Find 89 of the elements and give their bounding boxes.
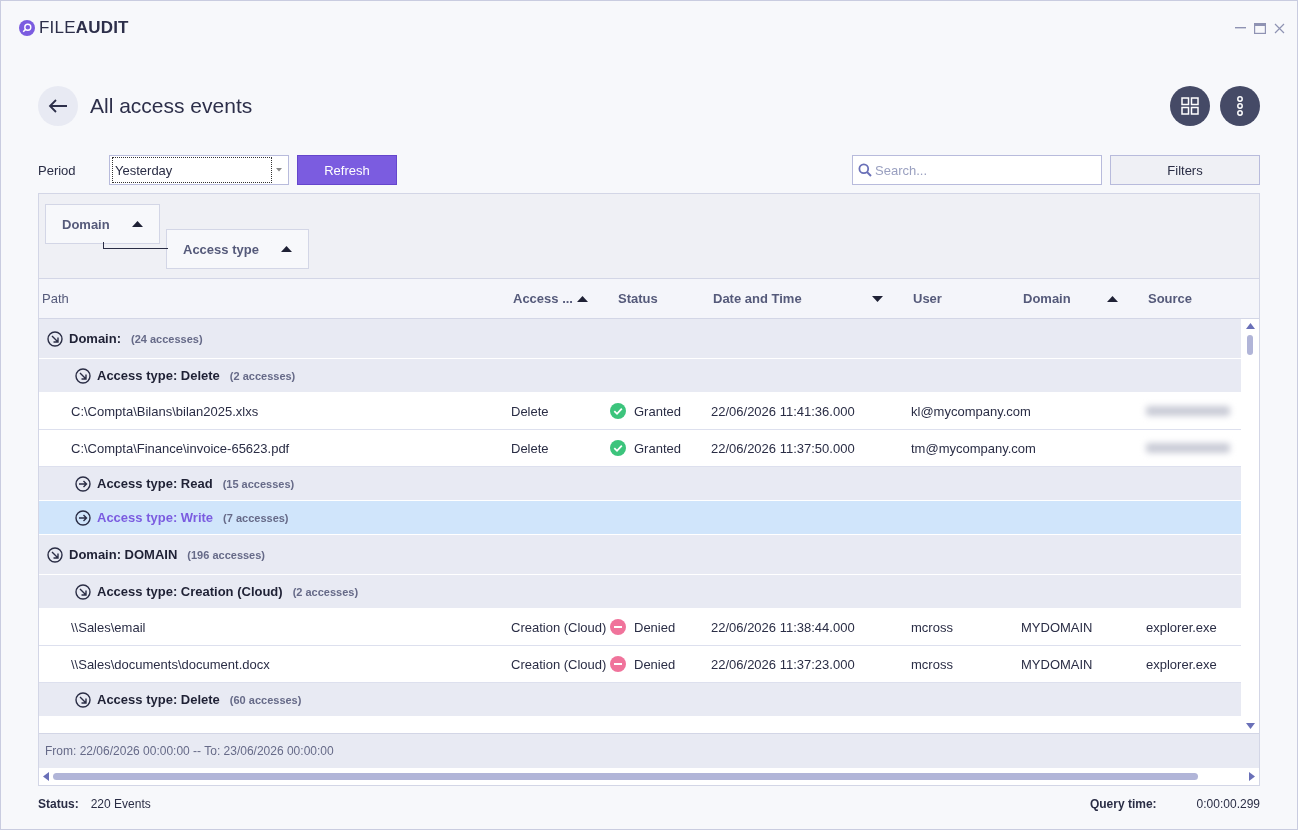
access-cell: Delete xyxy=(511,403,549,419)
group-by-chip[interactable]: Access type xyxy=(166,229,309,269)
denied-icon xyxy=(610,656,626,672)
group-count: (196 accesses) xyxy=(187,548,266,561)
group-row[interactable]: Domain: DOMAIN (196 accesses) xyxy=(39,535,1241,575)
status-cell: Granted xyxy=(634,403,681,419)
connector-line xyxy=(103,242,168,249)
group-title: Access type: Read xyxy=(97,476,213,491)
group-title: Domain: DOMAIN xyxy=(69,547,178,562)
column-header[interactable]: Path xyxy=(42,291,69,306)
grid-icon xyxy=(1181,97,1199,115)
check-icon xyxy=(610,403,626,419)
group-title: Access type: Delete xyxy=(97,692,220,707)
group-row[interactable]: Access type: Delete (2 accesses) xyxy=(39,359,1241,393)
group-row[interactable]: Access type: Delete (60 accesses) xyxy=(39,683,1241,717)
status-cell: Denied xyxy=(634,619,676,635)
maximize-icon[interactable] xyxy=(1254,22,1266,34)
scrollbar-thumb[interactable] xyxy=(1247,335,1253,355)
user-cell: kl@mycompany.com xyxy=(911,403,1031,419)
search-field[interactable]: Search... xyxy=(852,155,1102,185)
path-cell: C:\Compta\Finance\invoice-65623.pdf xyxy=(71,440,290,456)
sort-ascending-icon xyxy=(280,246,292,252)
domain-cell: MYDOMAIN xyxy=(1021,656,1093,672)
column-header[interactable]: Access ... xyxy=(513,291,573,306)
user-cell: mcross xyxy=(911,656,953,672)
period-dropdown[interactable]: Yesterday xyxy=(109,155,289,185)
group-count: (60 accesses) xyxy=(229,693,302,706)
period-label: Period xyxy=(38,162,77,178)
group-by-chip[interactable]: Domain xyxy=(45,204,160,244)
refresh-button[interactable]: Refresh xyxy=(297,155,397,185)
source-cell: explorer.exe xyxy=(1146,619,1217,635)
access-cell: Delete xyxy=(511,440,549,456)
group-count: (2 accesses) xyxy=(292,585,359,598)
date-cell: 22/06/2026 11:37:23.000 xyxy=(711,656,855,672)
path-cell: \\Sales\documents\document.docx xyxy=(71,656,270,672)
query-time-value: 0:00:00.299 xyxy=(1196,797,1260,811)
column-header[interactable]: Status xyxy=(618,291,658,306)
path-cell: C:\Compta\Bilans\bilan2025.xlxs xyxy=(71,403,259,419)
status-label: Status: xyxy=(38,797,79,811)
grid-view-button[interactable] xyxy=(1170,86,1210,126)
search-icon xyxy=(858,163,872,177)
more-options-icon xyxy=(1236,96,1244,116)
group-title: Domain: xyxy=(69,331,121,346)
column-header[interactable]: User xyxy=(913,291,942,306)
group-count: (2 accesses) xyxy=(229,369,296,382)
denied-icon xyxy=(610,619,626,635)
close-icon[interactable] xyxy=(1274,22,1285,34)
group-title: Access type: Creation (Cloud) xyxy=(97,584,283,599)
scroll-left-icon[interactable] xyxy=(43,772,49,781)
domain-cell: MYDOMAIN xyxy=(1021,619,1093,635)
group-row[interactable]: Access type: Read (15 accesses) xyxy=(39,467,1241,501)
date-cell: 22/06/2026 11:41:36.000 xyxy=(711,403,855,419)
status-cell: Granted xyxy=(634,440,681,456)
scroll-up-icon[interactable] xyxy=(1245,323,1255,329)
status-cell: Denied xyxy=(634,656,676,672)
group-title: Access type: Write xyxy=(97,510,214,525)
back-arrow-icon xyxy=(48,98,68,114)
more-options-button[interactable] xyxy=(1220,86,1260,126)
date-cell: 22/06/2026 11:38:44.000 xyxy=(711,619,855,635)
filters-button[interactable]: Filters xyxy=(1110,155,1260,185)
status-value: 220 Events xyxy=(90,797,151,811)
sort-ascending-icon xyxy=(131,221,143,227)
scroll-down-icon[interactable] xyxy=(1245,723,1255,729)
source-cell: explorer.exe xyxy=(1146,656,1217,672)
access-cell: Creation (Cloud) xyxy=(511,656,607,672)
scrollbar-thumb[interactable] xyxy=(53,773,1198,780)
group-row[interactable]: Access type: Write (7 accesses) xyxy=(39,501,1241,535)
app-logo-text: FILEAUDIT xyxy=(39,18,129,38)
group-row[interactable]: Access type: Creation (Cloud) (2 accesses) xyxy=(39,575,1241,609)
column-header[interactable]: Date and Time xyxy=(713,291,802,306)
date-cell: 22/06/2026 11:37:50.000 xyxy=(711,440,855,456)
page-title: All access events xyxy=(90,94,253,118)
scroll-right-icon[interactable] xyxy=(1249,772,1255,781)
path-cell: \\Sales\email xyxy=(71,619,146,635)
group-row[interactable]: Domain: (24 accesses) xyxy=(39,319,1241,359)
check-icon xyxy=(610,440,626,456)
group-count: (7 accesses) xyxy=(223,511,289,524)
column-header[interactable]: Domain xyxy=(1023,291,1071,306)
group-count: (24 accesses) xyxy=(131,332,203,345)
group-title: Access type: Delete xyxy=(97,368,220,383)
logo-icon xyxy=(19,20,35,36)
back-button[interactable] xyxy=(38,86,78,126)
user-cell: tm@mycompany.com xyxy=(911,440,1036,456)
query-time-label: Query time: xyxy=(1089,797,1157,811)
date-range-text: From: 22/06/2026 00:00:00 -- To: 23/06/2026 00:00:00 xyxy=(45,744,334,758)
group-count: (15 accesses) xyxy=(222,477,295,490)
access-cell: Creation (Cloud) xyxy=(511,619,607,635)
user-cell: mcross xyxy=(911,619,953,635)
column-header[interactable]: Source xyxy=(1148,291,1193,306)
